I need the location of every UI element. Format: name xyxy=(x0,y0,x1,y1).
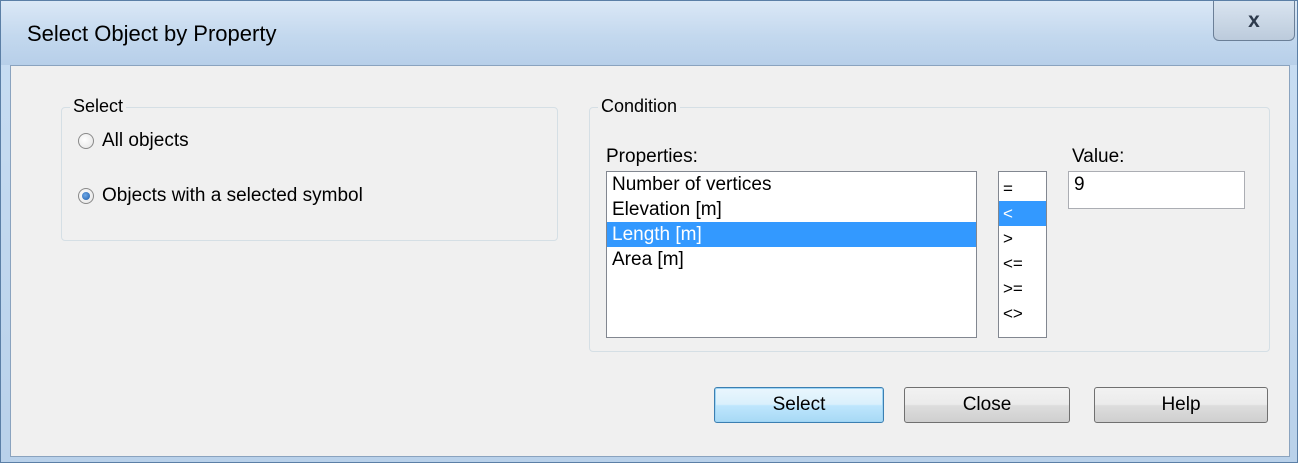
value-label: Value: xyxy=(1072,146,1125,167)
list-item[interactable]: Length [m] xyxy=(607,222,976,247)
close-icon: x xyxy=(1248,8,1260,32)
radio-selected-symbol[interactable]: Objects with a selected symbol xyxy=(78,185,363,207)
radio-all-objects[interactable]: All objects xyxy=(78,130,189,152)
operator-item[interactable]: <= xyxy=(999,251,1046,276)
value-input[interactable]: 9 xyxy=(1068,171,1245,209)
list-item[interactable]: Elevation [m] xyxy=(607,197,976,222)
dialog-client-area: Select All objects Objects with a select… xyxy=(10,65,1290,457)
dialog-window: Select Object by Property x Select All o… xyxy=(0,0,1298,463)
close-button[interactable]: Close xyxy=(904,387,1070,423)
radio-label-selected-symbol: Objects with a selected symbol xyxy=(102,185,363,206)
operator-item[interactable]: < xyxy=(999,201,1046,226)
condition-groupbox: Condition Properties: Number of vertices… xyxy=(589,96,1270,352)
select-group-legend: Select xyxy=(70,96,127,117)
radio-button-selected-symbol[interactable] xyxy=(78,188,94,204)
operator-item[interactable]: >= xyxy=(999,276,1046,301)
operator-listbox[interactable]: = < > <= >= <> xyxy=(998,171,1047,338)
title-bar[interactable]: Select Object by Property x xyxy=(1,1,1297,65)
properties-listbox[interactable]: Number of vertices Elevation [m] Length … xyxy=(606,171,977,338)
radio-button-all-objects[interactable] xyxy=(78,133,94,149)
select-button[interactable]: Select xyxy=(714,387,884,423)
select-groupbox: Select All objects Objects with a select… xyxy=(61,96,558,241)
window-title: Select Object by Property xyxy=(27,21,277,46)
help-button[interactable]: Help xyxy=(1094,387,1268,423)
operator-item[interactable]: > xyxy=(999,226,1046,251)
condition-group-legend: Condition xyxy=(598,96,681,117)
operator-item[interactable]: = xyxy=(999,176,1046,201)
operator-item[interactable]: <> xyxy=(999,301,1046,326)
properties-label: Properties: xyxy=(606,146,698,167)
close-window-button[interactable]: x xyxy=(1213,1,1295,41)
list-item[interactable]: Area [m] xyxy=(607,247,976,272)
radio-label-all-objects: All objects xyxy=(102,130,189,151)
list-item[interactable]: Number of vertices xyxy=(607,172,976,197)
